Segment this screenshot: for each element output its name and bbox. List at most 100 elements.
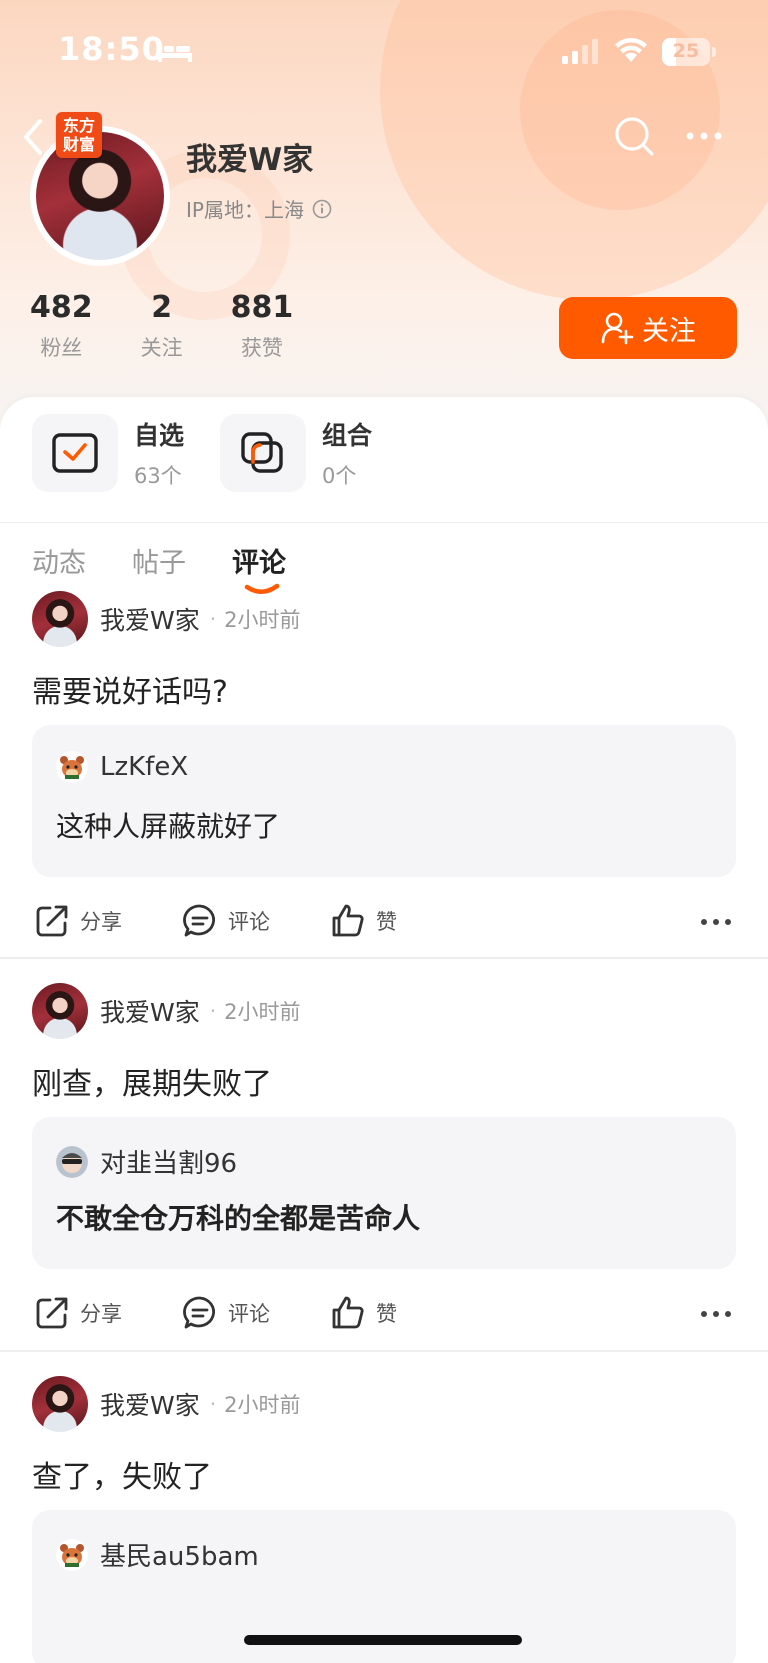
stat-likes[interactable]: 881 获赞 <box>231 290 294 362</box>
follow-button[interactable]: 关注 <box>559 297 737 359</box>
quote-avatar[interactable] <box>56 1538 88 1571</box>
quote-header: LzKfeX <box>56 751 188 783</box>
quote-header: 对韭当割96 <box>56 1143 237 1180</box>
post-text: 查了，失败了 <box>32 1460 212 1495</box>
avatar[interactable] <box>32 1376 88 1432</box>
thumbs-up-icon <box>332 904 364 937</box>
status-bar: 18:50 25 <box>0 0 768 100</box>
thumbs-up-icon <box>332 1296 364 1329</box>
search-icon[interactable] <box>612 114 656 158</box>
shortcut-count: 0个 <box>322 464 357 488</box>
shortcut-portfolio[interactable]: 组合 0个 <box>220 414 380 492</box>
comment-icon <box>183 1296 216 1329</box>
post-header: 我爱W家 · 2小时前 <box>32 591 300 647</box>
brand-badge: 东方财富 <box>56 112 102 158</box>
like-label: 赞 <box>376 910 397 934</box>
share-button[interactable]: 分享 <box>34 903 122 939</box>
shortcut-watchlist[interactable]: 自选 63个 <box>32 414 192 492</box>
stat-label: 关注 <box>140 336 183 360</box>
comment-button[interactable]: 评论 <box>182 1295 270 1331</box>
comment-post[interactable]: 我爱W家 · 2小时前 需要说好话吗? LzKfeX 这种人屏蔽就好了 分享 评… <box>0 591 768 951</box>
comment-label: 评论 <box>228 1302 270 1326</box>
post-text: 刚查，展期失败了 <box>32 1067 272 1102</box>
tab-posts[interactable]: 帖子 <box>132 541 186 580</box>
watchlist-check-icon <box>52 433 98 473</box>
separator-dot: · <box>209 607 217 631</box>
portfolio-squares-icon <box>241 432 283 473</box>
ip-location: IP属地：上海 <box>186 194 332 223</box>
post-author[interactable]: 我爱W家 <box>100 601 200 637</box>
tab-bar: 动态 帖子 评论 <box>32 541 286 594</box>
more-icon[interactable] <box>700 1309 732 1319</box>
home-indicator[interactable] <box>244 1635 522 1645</box>
quote-avatar[interactable] <box>56 1145 88 1178</box>
battery-level: 25 <box>672 40 700 62</box>
tab-feed[interactable]: 动态 <box>32 541 86 580</box>
avatar[interactable] <box>32 983 88 1039</box>
tab-comments[interactable]: 评论 <box>232 541 286 594</box>
quote-user[interactable]: 对韭当割96 <box>100 1143 237 1180</box>
separator-dot: · <box>209 999 217 1023</box>
share-icon <box>36 1297 68 1329</box>
share-label: 分享 <box>80 910 122 934</box>
like-button[interactable]: 赞 <box>330 1295 397 1331</box>
shortcut-count: 63个 <box>134 464 182 488</box>
post-time: 2小时前 <box>224 1393 301 1417</box>
share-button[interactable]: 分享 <box>34 1295 122 1331</box>
info-icon[interactable] <box>312 199 332 219</box>
post-time: 2小时前 <box>224 1000 301 1024</box>
stat-following[interactable]: 2 关注 <box>141 290 183 362</box>
tab-comments-label: 评论 <box>232 548 286 579</box>
profile-name: 我爱W家 <box>186 142 314 178</box>
quote-user[interactable]: 基民au5bam <box>100 1536 259 1573</box>
quote-text: 这种人屏蔽就好了 <box>56 810 281 843</box>
more-icon[interactable] <box>700 917 732 927</box>
comment-post[interactable]: 我爱W家 · 2小时前 刚查，展期失败了 对韭当割96 不敢全仓万科的全都是苦命… <box>0 983 768 1343</box>
stat-followers[interactable]: 482 粉丝 <box>30 290 93 362</box>
comment-icon <box>183 904 216 937</box>
post-time: 2小时前 <box>224 608 301 632</box>
shortcut-icon-box <box>220 414 306 492</box>
quote-header: 基民au5bam <box>56 1536 259 1573</box>
post-text: 需要说好话吗? <box>32 675 228 710</box>
status-time: 18:50 <box>58 30 165 68</box>
profile-stats: 482 粉丝 2 关注 881 获赞 <box>30 290 341 362</box>
quoted-comment[interactable]: LzKfeX 这种人屏蔽就好了 <box>32 725 736 877</box>
shortcut-title: 组合 <box>322 421 373 450</box>
sleep-focus-icon <box>158 44 192 62</box>
shortcuts: 自选 63个 组合 0个 <box>32 414 380 492</box>
more-options-icon[interactable] <box>684 130 724 142</box>
quote-avatar[interactable] <box>56 751 88 783</box>
like-label: 赞 <box>376 1302 397 1326</box>
quoted-comment[interactable]: 对韭当割96 不敢全仓万科的全都是苦命人 <box>32 1117 736 1269</box>
follow-button-label: 关注 <box>642 315 696 347</box>
post-header: 我爱W家 · 2小时前 <box>32 983 300 1039</box>
stat-value: 2 <box>151 290 173 325</box>
profile-page: 18:50 25 东方财富 我爱W家 IP属地：上海 482 粉丝 2 关注 8… <box>0 0 768 1663</box>
shortcut-icon-box <box>32 414 118 492</box>
share-label: 分享 <box>80 1302 122 1326</box>
post-actions: 分享 评论 赞 <box>34 1295 734 1339</box>
comment-post[interactable]: 我爱W家 · 2小时前 查了，失败了 基民au5bam <box>0 1376 768 1663</box>
post-author[interactable]: 我爱W家 <box>100 993 200 1029</box>
quote-user[interactable]: LzKfeX <box>100 752 188 782</box>
post-divider <box>0 1350 768 1352</box>
battery-indicator: 25 <box>662 38 716 66</box>
post-header: 我爱W家 · 2小时前 <box>32 1376 300 1432</box>
cellular-signal-icon <box>562 39 598 64</box>
shortcut-title: 自选 <box>134 421 185 450</box>
post-author[interactable]: 我爱W家 <box>100 1386 200 1422</box>
stat-label: 粉丝 <box>40 336 83 360</box>
quote-text: 不敢全仓万科的全都是苦命人 <box>56 1202 421 1235</box>
separator-dot: · <box>209 1392 217 1416</box>
like-button[interactable]: 赞 <box>330 903 397 939</box>
stat-value: 881 <box>230 290 294 325</box>
wifi-icon <box>615 38 647 62</box>
stat-label: 获赞 <box>240 336 283 360</box>
post-actions: 分享 评论 赞 <box>34 903 734 947</box>
add-user-icon <box>601 312 634 345</box>
comment-button[interactable]: 评论 <box>182 903 270 939</box>
stat-value: 482 <box>30 290 93 325</box>
post-divider <box>0 957 768 959</box>
avatar[interactable] <box>32 591 88 647</box>
